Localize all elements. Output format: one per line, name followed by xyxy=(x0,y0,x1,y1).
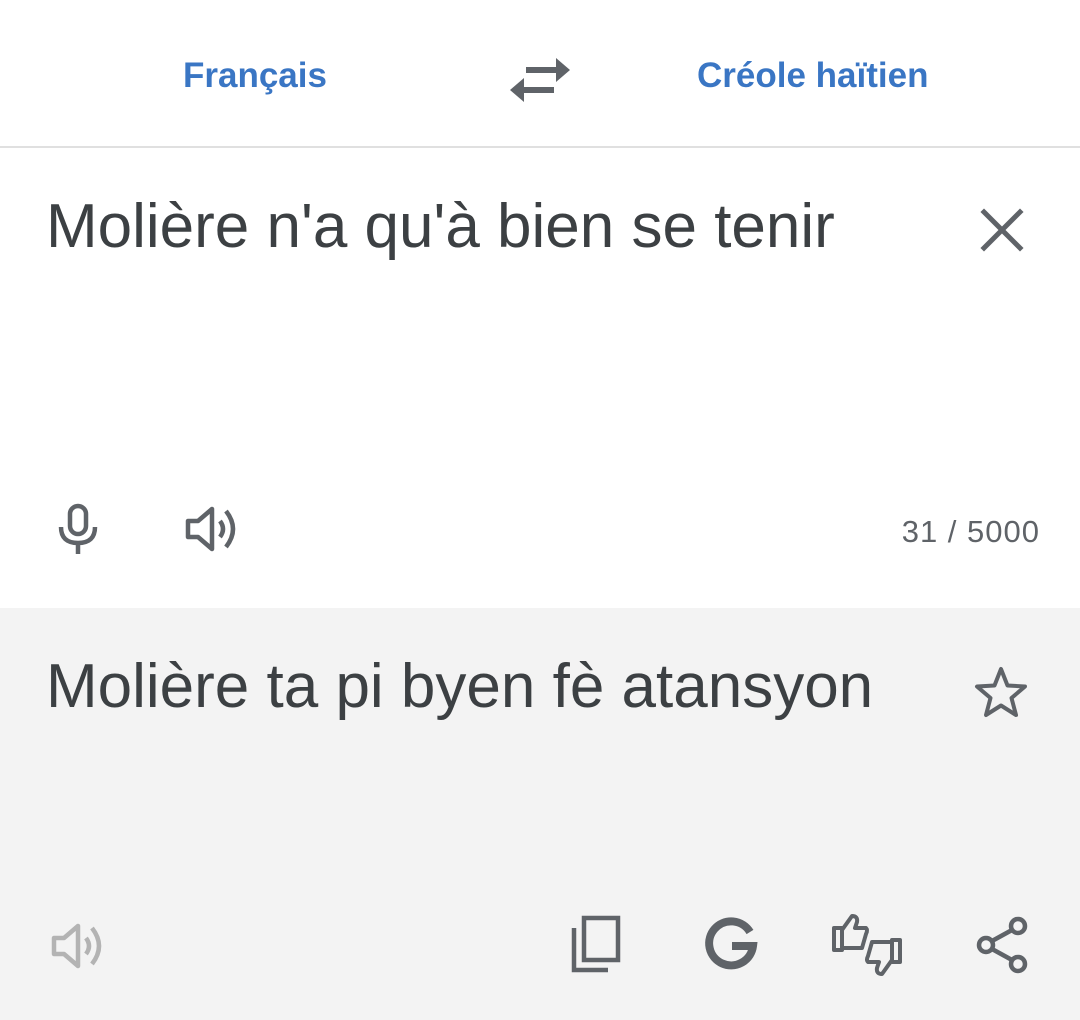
swap-languages-button[interactable] xyxy=(508,54,572,106)
speaker-icon xyxy=(51,923,102,969)
star-icon xyxy=(975,667,1027,717)
translation-output-panel: Molière ta pi byen fè atansyon xyxy=(0,608,1080,1020)
target-language-button[interactable]: Créole haïtien xyxy=(697,56,928,96)
speaker-icon xyxy=(185,506,236,552)
share-icon xyxy=(976,916,1028,974)
google-g-icon xyxy=(705,917,758,970)
open-in-google-button[interactable] xyxy=(702,916,760,974)
swap-arrows-icon xyxy=(510,58,570,102)
language-bar: Français Créole haïtien xyxy=(0,0,1080,148)
source-text-input[interactable]: Molière n'a qu'à bien se tenir xyxy=(46,182,906,272)
source-input-panel: Molière n'a qu'à bien se tenir 31 / 5000 xyxy=(0,148,1080,608)
source-language-button[interactable]: Français xyxy=(183,56,327,96)
close-icon xyxy=(980,208,1024,252)
rate-translation-button[interactable] xyxy=(830,912,904,978)
character-count: 31 / 5000 xyxy=(901,514,1040,549)
listen-translation-button[interactable] xyxy=(50,920,110,972)
listen-source-button[interactable] xyxy=(184,503,244,555)
thumbs-feedback-icon xyxy=(832,914,902,976)
share-translation-button[interactable] xyxy=(974,916,1030,974)
clear-button[interactable] xyxy=(976,204,1028,256)
copy-icon xyxy=(571,915,621,973)
save-translation-button[interactable] xyxy=(972,664,1030,722)
voice-input-button[interactable] xyxy=(52,503,104,555)
mic-icon xyxy=(58,503,98,554)
translated-text: Molière ta pi byen fè atansyon xyxy=(46,652,874,721)
copy-translation-button[interactable] xyxy=(568,914,624,976)
